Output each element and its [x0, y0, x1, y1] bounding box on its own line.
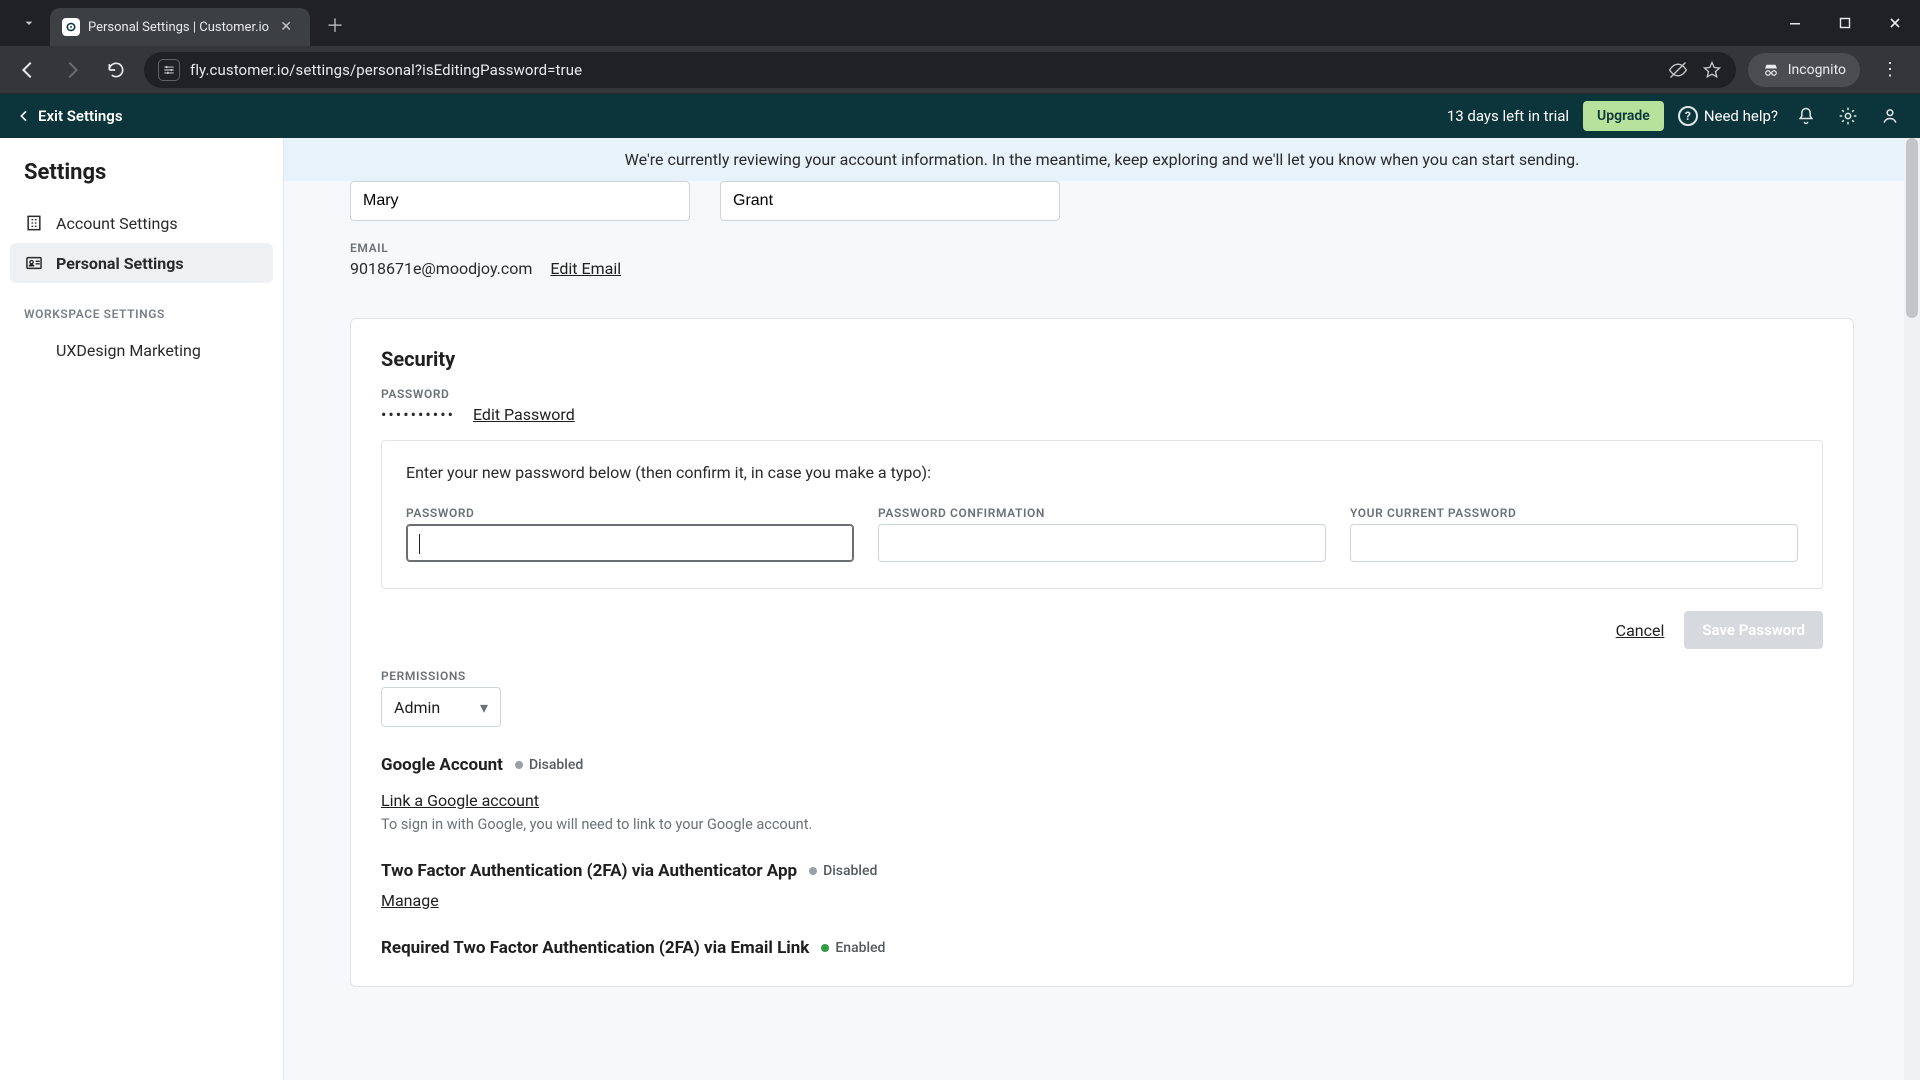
trial-status: 13 days left in trial: [1447, 107, 1569, 125]
google-hint: To sign in with Google, you will need to…: [381, 816, 1823, 833]
site-info-button[interactable]: [158, 59, 180, 81]
password-instruction: Enter your new password below (then conf…: [406, 463, 1798, 482]
close-icon: [1889, 17, 1901, 29]
google-account-heading: Google Account Disabled: [381, 755, 1823, 775]
maximize-icon: [1839, 17, 1851, 29]
minimize-icon: [1789, 17, 1801, 29]
favicon-icon: ⵙ: [62, 18, 80, 36]
notifications-button[interactable]: [1792, 106, 1820, 126]
sidebar-title: Settings: [10, 156, 273, 203]
browser-tabstrip: ⵙ Personal Settings | Customer.io ✕ ＋: [0, 0, 1920, 46]
info-banner: We're currently reviewing your account i…: [284, 138, 1920, 181]
nav-reload-button[interactable]: [100, 54, 132, 86]
password-editor: Enter your new password below (then conf…: [381, 440, 1823, 589]
permissions-label: PERMISSIONS: [381, 669, 1823, 683]
current-password-field[interactable]: [1350, 524, 1798, 562]
close-tab-button[interactable]: ✕: [277, 19, 295, 35]
browser-toolbar: fly.customer.io/settings/personal?isEdit…: [0, 46, 1920, 94]
url-text: fly.customer.io/settings/personal?isEdit…: [190, 61, 582, 79]
tab-title: Personal Settings | Customer.io: [88, 20, 269, 35]
window-close-button[interactable]: [1870, 0, 1920, 46]
cancel-button[interactable]: Cancel: [1616, 621, 1665, 640]
status-dot-icon: [821, 944, 829, 952]
nav-forward-button[interactable]: [56, 54, 88, 86]
scrollbar-thumb[interactable]: [1906, 138, 1918, 318]
save-password-button[interactable]: Save Password: [1684, 611, 1823, 649]
browser-tab[interactable]: ⵙ Personal Settings | Customer.io ✕: [50, 8, 310, 46]
need-help-button[interactable]: ? Need help?: [1678, 106, 1778, 126]
permissions-value: Admin: [394, 698, 440, 717]
security-heading: Security: [381, 347, 1823, 371]
app-header: Exit Settings 13 days left in trial Upgr…: [0, 94, 1920, 138]
gear-icon: [1838, 106, 1858, 126]
email-label: EMAIL: [350, 241, 1854, 255]
star-icon[interactable]: [1702, 60, 1722, 80]
address-bar[interactable]: fly.customer.io/settings/personal?isEdit…: [144, 52, 1736, 88]
upgrade-button[interactable]: Upgrade: [1583, 101, 1664, 131]
sidebar-item-label: Account Settings: [56, 214, 178, 233]
sidebar-item-label: UXDesign Marketing: [56, 341, 201, 360]
settings-sidebar: Settings Account Settings Personal Setti…: [0, 138, 284, 1080]
first-name-field[interactable]: [350, 181, 690, 221]
sidebar-item-label: Personal Settings: [56, 254, 184, 273]
help-icon: ?: [1678, 106, 1698, 126]
window-minimize-button[interactable]: [1770, 0, 1820, 46]
sidebar-item-account-settings[interactable]: Account Settings: [10, 203, 273, 243]
arrow-left-icon: [17, 59, 39, 81]
password-mask: ••••••••••: [381, 405, 455, 424]
bell-icon: [1796, 106, 1816, 126]
twofa-app-status-badge: Disabled: [809, 863, 877, 879]
scrollbar-track[interactable]: [1904, 138, 1920, 1080]
new-password-field[interactable]: [406, 524, 854, 562]
new-tab-button[interactable]: ＋: [320, 10, 350, 40]
exit-settings-label: Exit Settings: [38, 107, 123, 125]
caret-down-icon: ▾: [480, 698, 488, 717]
profile-button[interactable]: [1876, 106, 1904, 126]
email-value: 9018671e@moodjoy.com: [350, 259, 532, 278]
sidebar-item-workspace[interactable]: UXDesign Marketing: [10, 331, 273, 370]
sidebar-section-workspace: WORKSPACE SETTINGS: [10, 283, 273, 331]
search-tabs-button[interactable]: [12, 6, 46, 40]
status-dot-icon: [809, 867, 817, 875]
google-status-badge: Disabled: [515, 757, 583, 773]
settings-gear-button[interactable]: [1834, 106, 1862, 126]
eye-off-icon[interactable]: [1668, 60, 1688, 80]
sidebar-item-personal-settings[interactable]: Personal Settings: [10, 243, 273, 283]
need-help-label: Need help?: [1704, 107, 1778, 125]
twofa-email-status-badge: Enabled: [821, 940, 885, 956]
tune-icon: [162, 63, 176, 77]
reload-icon: [106, 60, 126, 80]
edit-password-link[interactable]: Edit Password: [473, 405, 575, 424]
edit-email-link[interactable]: Edit Email: [550, 259, 621, 278]
exit-settings-button[interactable]: Exit Settings: [16, 107, 123, 125]
nav-back-button[interactable]: [12, 54, 44, 86]
permissions-select[interactable]: Admin ▾: [381, 687, 501, 727]
building-icon: [24, 213, 44, 233]
twofa-app-heading: Two Factor Authentication (2FA) via Auth…: [381, 861, 1823, 881]
password-label: PASSWORD: [381, 387, 1823, 401]
arrow-right-icon: [61, 59, 83, 81]
status-dot-icon: [515, 761, 523, 769]
link-google-account-link[interactable]: Link a Google account: [381, 791, 539, 810]
incognito-label: Incognito: [1788, 62, 1846, 78]
window-maximize-button[interactable]: [1820, 0, 1870, 46]
incognito-chip[interactable]: Incognito: [1748, 53, 1860, 87]
twofa-email-heading: Required Two Factor Authentication (2FA)…: [381, 938, 1823, 958]
browser-menu-button[interactable]: ⋮: [1872, 52, 1908, 88]
current-password-label: YOUR CURRENT PASSWORD: [1350, 506, 1798, 520]
main-content: We're currently reviewing your account i…: [284, 138, 1920, 1080]
confirm-password-field[interactable]: [878, 524, 1326, 562]
confirm-password-label: PASSWORD CONFIRMATION: [878, 506, 1326, 520]
chevron-left-icon: [16, 108, 32, 124]
new-password-label: PASSWORD: [406, 506, 854, 520]
security-card: Security PASSWORD •••••••••• Edit Passwo…: [350, 318, 1854, 987]
chevron-down-icon: [21, 15, 37, 31]
user-icon: [1880, 106, 1900, 126]
last-name-field[interactable]: [720, 181, 1060, 221]
incognito-icon: [1762, 61, 1780, 79]
id-card-icon: [24, 253, 44, 273]
twofa-manage-link[interactable]: Manage: [381, 891, 439, 910]
